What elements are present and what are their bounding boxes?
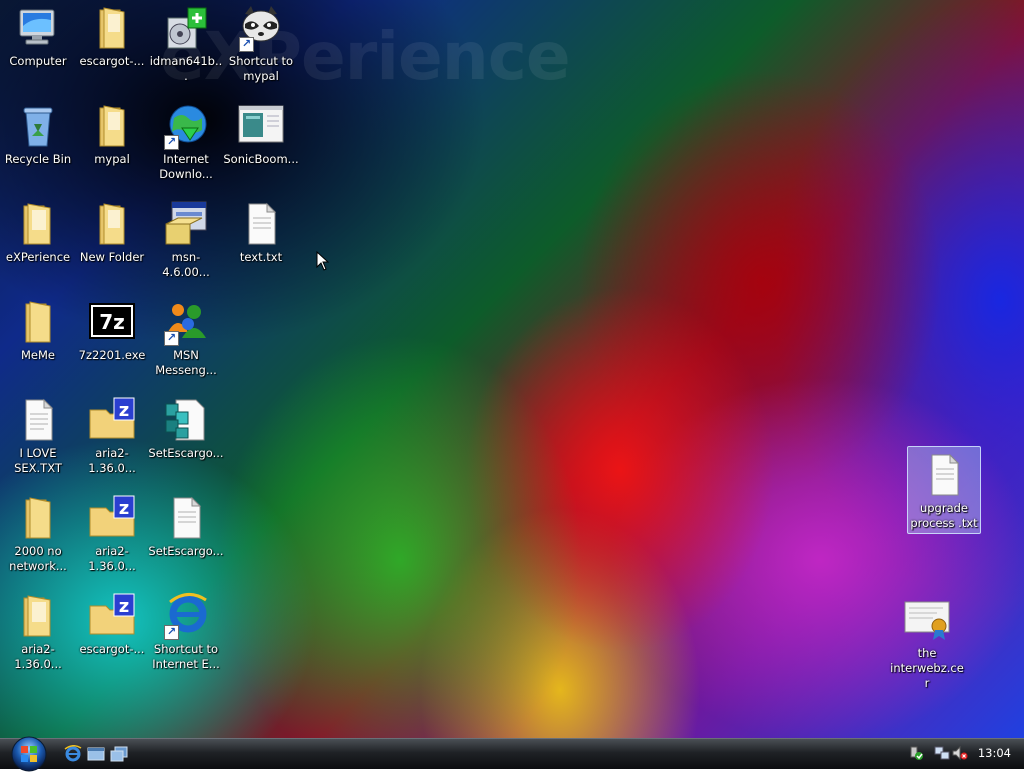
show-desktop-icon[interactable]: [87, 745, 105, 763]
desktop-icon-2000-no-network[interactable]: 2000 no network...: [0, 494, 76, 574]
desktop-icon-idman-installer[interactable]: idman641b...: [148, 4, 224, 84]
desktop-icon-meme-folder[interactable]: MeMe: [0, 298, 76, 363]
desktop-icon-text-txt[interactable]: text.txt: [223, 200, 299, 265]
icon-label: text.txt: [239, 250, 283, 264]
desktop-icon-aria2-zip-1[interactable]: z aria2-1.36.0...: [74, 396, 150, 476]
zip-folder-icon: z: [88, 396, 136, 444]
certificate-icon: [903, 596, 951, 644]
svg-text:7z: 7z: [99, 310, 125, 334]
recycle-bin-icon: [14, 102, 62, 150]
desktop-icon-setescargot-2[interactable]: SetEscargo...: [148, 494, 224, 559]
icon-label: SetEscargo...: [148, 446, 224, 460]
shortcut-arrow-icon: ↗: [239, 37, 254, 52]
icon-label: Computer: [9, 54, 67, 68]
network-safely-remove-icon[interactable]: [908, 745, 924, 761]
text-file-icon: [920, 451, 968, 499]
svg-text:z: z: [119, 498, 129, 519]
globe-icon: ↗: [162, 102, 210, 150]
icon-label: I LOVE SEX.TXT: [14, 446, 62, 475]
icon-label: aria2-1.36.0...: [88, 446, 136, 475]
desktop-icon-computer[interactable]: Computer: [0, 4, 76, 69]
text-file-icon: [237, 200, 285, 248]
desktop-icon-upgrade-process-txt[interactable]: upgrade process .txt: [907, 446, 981, 534]
folder-icon: [88, 200, 136, 248]
desktop-icon-escargot-folder[interactable]: escargot-...: [74, 4, 150, 69]
switch-windows-icon[interactable]: [110, 745, 128, 763]
desktop-icon-escargot-zip[interactable]: z escargot-...: [74, 592, 150, 657]
text-file-icon: [14, 396, 62, 444]
icon-label: mypal: [94, 152, 130, 166]
desktop-icon-experience-folder[interactable]: eXPerience: [0, 200, 76, 265]
desktop-icon-i-love-sex-txt[interactable]: I LOVE SEX.TXT: [0, 396, 76, 476]
mypal-raccoon-icon: ↗: [237, 4, 285, 52]
folder-icon: [14, 200, 62, 248]
icon-label: escargot-...: [79, 642, 145, 656]
icon-label: Shortcut to mypal: [228, 54, 294, 83]
text-file-icon: [162, 494, 210, 542]
desktop-icon-aria2-zip-2[interactable]: z aria2-1.36.0...: [74, 494, 150, 574]
registry-file-icon: [162, 396, 210, 444]
installer-icon: [162, 4, 210, 52]
desktop-icon-setescargot-1[interactable]: SetEscargo...: [148, 396, 224, 461]
icon-label: SonicBoom...: [223, 152, 299, 166]
desktop-icon-mypal-folder[interactable]: mypal: [74, 102, 150, 167]
icon-label: eXPerience: [5, 250, 71, 264]
icon-label: aria2-1.36.0...: [88, 544, 136, 573]
desktop[interactable]: eXPerience Computer Recycle Bin eXPerien…: [0, 0, 1024, 738]
folder-icon: [14, 592, 62, 640]
folder-icon: [88, 102, 136, 150]
internet-explorer-quicklaunch-icon[interactable]: [64, 745, 82, 763]
7zip-icon: 7z: [88, 298, 136, 346]
shortcut-arrow-icon: ↗: [164, 135, 179, 150]
msn-messenger-icon: ↗: [162, 298, 210, 346]
icon-label: aria2-1.36.0...: [14, 642, 62, 671]
svg-text:z: z: [119, 400, 129, 421]
desktop-icon-7z-exe[interactable]: 7z 7z2201.exe: [74, 298, 150, 363]
icon-label: MSN Messeng...: [155, 348, 217, 377]
icon-label: 2000 no network...: [9, 544, 67, 573]
folder-icon: [14, 298, 62, 346]
taskbar-clock[interactable]: 13:04: [978, 746, 1011, 760]
icon-label: SetEscargo...: [148, 544, 224, 558]
desktop-icon-msn-messenger[interactable]: ↗ MSN Messeng...: [148, 298, 224, 378]
desktop-icon-shortcut-ie[interactable]: ↗ Shortcut to Internet E...: [148, 592, 224, 672]
icon-label: the interwebz.cer: [890, 646, 964, 690]
folder-icon: [14, 494, 62, 542]
desktop-icon-msn-installer[interactable]: msn-4.6.00...: [148, 200, 224, 280]
icon-label: escargot-...: [79, 54, 145, 68]
icon-label: Internet Downlo...: [159, 152, 213, 181]
application-window-icon: [237, 102, 285, 150]
taskbar: 13:04: [0, 736, 1024, 772]
desktop-icon-the-interwebz-cer[interactable]: the interwebz.cer: [889, 596, 965, 691]
mouse-cursor-icon: [316, 251, 330, 271]
desktop-icon-internet-download-manager[interactable]: ↗ Internet Downlo...: [148, 102, 224, 182]
internet-explorer-icon: ↗: [162, 592, 210, 640]
desktop-icon-aria2-folder[interactable]: aria2-1.36.0...: [0, 592, 76, 672]
desktop-icon-new-folder[interactable]: New Folder: [74, 200, 150, 265]
icon-label: upgrade process .txt: [910, 501, 978, 530]
zip-folder-icon: z: [88, 494, 136, 542]
desktop-icon-recycle-bin[interactable]: Recycle Bin: [0, 102, 76, 167]
setup-package-icon: [162, 200, 210, 248]
shortcut-arrow-icon: ↗: [164, 331, 179, 346]
icon-label: MeMe: [21, 348, 55, 362]
icon-label: Recycle Bin: [4, 152, 72, 166]
icon-label: msn-4.6.00...: [162, 250, 210, 279]
folder-icon: [88, 4, 136, 52]
computer-icon: [14, 4, 62, 52]
desktop-icon-shortcut-mypal[interactable]: ↗ Shortcut to mypal: [223, 4, 299, 84]
network-connection-icon[interactable]: [934, 745, 950, 761]
desktop-icon-sonicboom[interactable]: SonicBoom...: [223, 102, 299, 167]
icon-label: Shortcut to Internet E...: [152, 642, 220, 671]
svg-text:z: z: [119, 596, 129, 617]
system-tray: 13:04: [904, 739, 1024, 769]
icon-label: New Folder: [79, 250, 145, 264]
icon-label: 7z2201.exe: [78, 348, 146, 362]
zip-folder-icon: z: [88, 592, 136, 640]
volume-muted-icon[interactable]: [952, 745, 968, 761]
shortcut-arrow-icon: ↗: [164, 625, 179, 640]
start-button[interactable]: [10, 735, 48, 773]
icon-label: idman641b...: [149, 54, 223, 83]
